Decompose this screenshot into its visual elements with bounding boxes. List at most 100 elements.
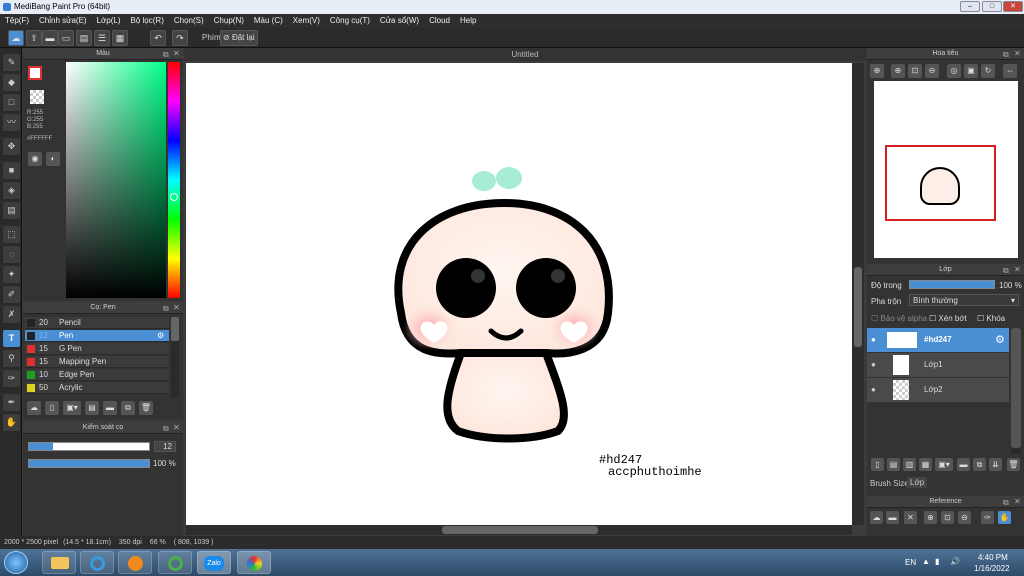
clipping-checkbox[interactable]: ☐ Xén bớt [929, 314, 967, 323]
brush-scroll-thumb[interactable] [171, 317, 179, 341]
brush-delete-icon[interactable]: 🗑 [139, 401, 153, 415]
blur-tool-icon[interactable]: 〰 [3, 114, 20, 131]
foreground-color-swatch[interactable] [28, 66, 42, 80]
layer-opacity-slider[interactable] [909, 280, 995, 289]
magic-wand-tool-icon[interactable]: ✦ [3, 266, 20, 283]
grid-icon[interactable]: ▦ [112, 30, 128, 46]
menu-color[interactable]: Màu (C) [249, 14, 288, 28]
select-tool-icon[interactable]: ⬚ [3, 226, 20, 243]
layer-merge-icon[interactable]: ⇊ [989, 458, 1002, 471]
menu-filter[interactable]: Bộ lọc(R) [126, 14, 169, 28]
menu-cloud[interactable]: Cloud [424, 14, 455, 28]
cloud-icon[interactable]: ☁ [8, 30, 24, 46]
nav-flip-icon[interactable]: ⇔ [1003, 64, 1017, 78]
brush-add-icon[interactable]: ▣▾ [63, 401, 81, 415]
medibang-taskbar-icon[interactable] [237, 551, 271, 574]
panel-icon[interactable]: ▤ [76, 30, 92, 46]
blend-mode-select[interactable]: Bình thường ▾ [909, 294, 1019, 306]
ref-eyedropper-icon[interactable]: ✑ [981, 511, 994, 524]
menu-file[interactable]: Tệp(F) [0, 14, 34, 28]
menu-window[interactable]: Cửa sổ(W) [375, 14, 424, 28]
menu-snap[interactable]: Chụp(N) [209, 14, 249, 28]
ctrl-popout-icon[interactable]: ⧉ [163, 424, 169, 434]
clock-time[interactable]: 4:40 PM [978, 553, 1008, 562]
nav-rotate-icon[interactable]: ↻ [981, 64, 995, 78]
vertical-scrollbar[interactable] [852, 63, 864, 525]
brush-item-acrylic[interactable]: 50 Acrylic [25, 382, 169, 394]
file-explorer-icon[interactable] [42, 551, 76, 574]
panel-popout-icon[interactable]: ⧉ [163, 50, 169, 60]
chat-icon[interactable]: ▭ [58, 30, 74, 46]
comment-icon[interactable]: ▬ [42, 30, 58, 46]
tray-arrow-icon[interactable]: ▲ [922, 557, 930, 566]
ref-zoom-in-icon[interactable]: ⊕ [924, 511, 937, 524]
menu-layer[interactable]: Lớp(L) [92, 14, 126, 28]
layer-close-icon[interactable]: ✕ [1014, 265, 1021, 274]
tab-brush-size[interactable]: Brush Size [870, 479, 909, 488]
brush-item-pen[interactable]: 12 Pen ⚙ [25, 330, 169, 342]
minimize-button[interactable]: – [960, 1, 980, 12]
brush-size-value[interactable]: 12 [154, 441, 176, 452]
close-button[interactable]: ✕ [1003, 1, 1023, 12]
layer-copy-icon[interactable]: ⧉ [973, 458, 986, 471]
redo-icon[interactable]: ↷ [172, 30, 188, 46]
horizontal-scroll-thumb[interactable] [442, 526, 598, 534]
undo-icon[interactable]: ↶ [150, 30, 166, 46]
volume-icon[interactable]: 🔊 [950, 557, 960, 566]
hue-handle[interactable] [170, 193, 178, 201]
layer-scrollbar[interactable] [1011, 328, 1021, 454]
brush-item-pencil[interactable]: 20 Pencil [25, 317, 169, 329]
brush-popout-icon[interactable]: ⧉ [163, 304, 169, 314]
nav-fit-icon[interactable]: ⊡ [908, 64, 922, 78]
layer-popout-icon[interactable]: ⧉ [1003, 266, 1009, 276]
move-tool-icon[interactable]: ✥ [3, 138, 20, 155]
layer-new-8bit-icon[interactable]: ▥ [903, 458, 916, 471]
pen-tool-icon[interactable]: ✒ [3, 394, 20, 411]
divide-tool-icon[interactable]: ⚲ [3, 350, 20, 367]
brush-tool-icon[interactable]: ✎ [3, 54, 20, 71]
language-indicator[interactable]: EN [905, 558, 916, 567]
network-icon[interactable]: ▮ [935, 557, 939, 566]
maximize-button[interactable]: □ [982, 1, 1002, 12]
layer-new-halftone-icon[interactable]: ▤ [887, 458, 900, 471]
brush-properties-icon[interactable]: ▤ [85, 401, 99, 415]
menu-tools[interactable]: Công cụ(T) [325, 14, 375, 28]
saturation-value-picker[interactable] [66, 62, 166, 298]
layer-new-1bit-icon[interactable]: ▦ [919, 458, 932, 471]
brush-add-cloud-icon[interactable]: ☁ [27, 401, 41, 415]
background-color-swatch[interactable] [30, 90, 44, 104]
select-eraser-tool-icon[interactable]: ✗ [3, 306, 20, 323]
export-icon[interactable]: ⇪ [26, 30, 42, 46]
internet-explorer-icon[interactable] [80, 551, 114, 574]
menu-select[interactable]: Chọn(S) [169, 14, 209, 28]
palette-icon[interactable]: ◉ [28, 152, 42, 166]
nav-rotate-reset-icon[interactable]: ◎ [947, 64, 961, 78]
brush-settings-gear-icon[interactable]: ⚙ [157, 330, 164, 342]
brush-copy-icon[interactable]: ⧉ [121, 401, 135, 415]
ref-popout-icon[interactable]: ⧉ [1003, 498, 1009, 508]
ref-fit-icon[interactable]: ⊡ [941, 511, 954, 524]
app-green-icon[interactable] [158, 551, 192, 574]
layer-row[interactable]: ● Lớp2 [867, 378, 1009, 402]
layer-scroll-thumb[interactable] [1011, 328, 1021, 448]
brush-folder-icon[interactable]: ▬ [103, 401, 117, 415]
brush-item-g-pen[interactable]: 15 G Pen [25, 343, 169, 355]
ref-cloud-icon[interactable]: ☁ [870, 511, 883, 524]
brush-opacity-slider[interactable] [28, 459, 150, 468]
fill-rect-tool-icon[interactable]: ■ [3, 162, 20, 179]
gradient-tool-icon[interactable]: ▤ [3, 202, 20, 219]
panel-close-icon[interactable]: ✕ [173, 49, 180, 58]
eye-icon[interactable]: ● [871, 360, 876, 369]
navigator-preview[interactable] [874, 81, 1018, 258]
eyedropper-tool-icon[interactable]: ✑ [3, 370, 20, 387]
layer-add-dropdown-icon[interactable]: ▣▾ [935, 458, 953, 471]
brush-item-mapping-pen[interactable]: 15 Mapping Pen [25, 356, 169, 368]
eye-icon[interactable]: ● [871, 385, 876, 394]
drawing-canvas[interactable]: #hd247 accphuthoimhe [186, 63, 852, 525]
eye-icon[interactable]: ● [871, 335, 876, 344]
dot-tool-icon[interactable]: □ [3, 94, 20, 111]
ctrl-close-icon[interactable]: ✕ [173, 423, 180, 432]
brush-new-icon[interactable]: ▯ [45, 401, 59, 415]
ref-close-image-icon[interactable]: ✕ [904, 511, 917, 524]
layer-new-icon[interactable]: ▯ [871, 458, 884, 471]
